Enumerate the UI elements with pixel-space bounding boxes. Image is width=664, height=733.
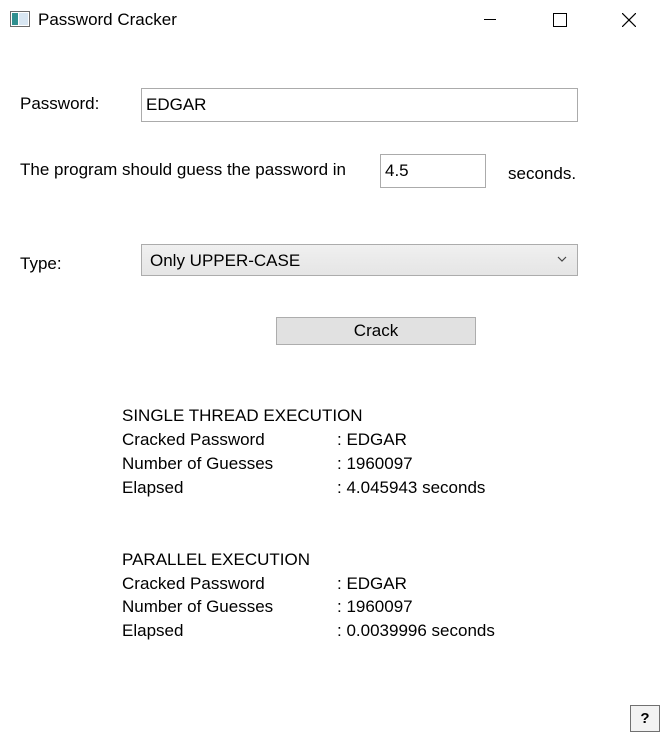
single-thread-results: SINGLE THREAD EXECUTION xyxy=(122,404,363,428)
parallel-guesses-label: Number of Guesses xyxy=(122,597,274,616)
close-icon xyxy=(622,13,636,27)
type-label: Type: xyxy=(20,254,62,273)
close-button[interactable] xyxy=(594,0,664,40)
parallel-guesses-value: : 1960097 xyxy=(337,597,413,616)
single-cracked-password-value: : EDGAR xyxy=(337,430,407,449)
type-dropdown[interactable]: Only UPPER-CASE xyxy=(141,244,578,276)
parallel-elapsed-label: Elapsed xyxy=(122,621,184,640)
single-guesses-value: : 1960097 xyxy=(337,454,413,473)
title-bar: Password Cracker xyxy=(0,0,664,40)
type-dropdown-value: Only UPPER-CASE xyxy=(150,251,301,270)
password-input[interactable] xyxy=(141,88,578,122)
seconds-input[interactable] xyxy=(380,154,486,188)
chevron-down-icon xyxy=(557,256,567,262)
single-elapsed-value: : 4.045943 seconds xyxy=(337,478,486,497)
minimize-button[interactable] xyxy=(455,0,525,40)
maximize-icon xyxy=(553,13,567,27)
window-title: Password Cracker xyxy=(38,10,177,29)
parallel-heading: PARALLEL EXECUTION xyxy=(122,550,311,569)
parallel-elapsed-value: : 0.0039996 seconds xyxy=(337,621,495,640)
parallel-results: PARALLEL EXECUTION xyxy=(122,548,310,572)
crack-button[interactable]: Crack xyxy=(276,317,476,345)
time-prompt-label: The program should guess the password in xyxy=(20,160,347,179)
single-elapsed-label: Elapsed xyxy=(122,478,184,497)
app-icon xyxy=(10,11,30,27)
password-label: Password: xyxy=(20,94,100,113)
maximize-button[interactable] xyxy=(525,0,595,40)
minimize-icon xyxy=(484,19,496,20)
seconds-suffix-label: seconds. xyxy=(508,164,577,183)
parallel-cracked-password-label: Cracked Password xyxy=(122,574,265,593)
single-cracked-password-label: Cracked Password xyxy=(122,430,265,449)
single-guesses-label: Number of Guesses xyxy=(122,454,274,473)
help-button[interactable]: ? xyxy=(630,705,660,732)
single-thread-heading: SINGLE THREAD EXECUTION xyxy=(122,406,363,425)
parallel-cracked-password-value: : EDGAR xyxy=(337,574,407,593)
